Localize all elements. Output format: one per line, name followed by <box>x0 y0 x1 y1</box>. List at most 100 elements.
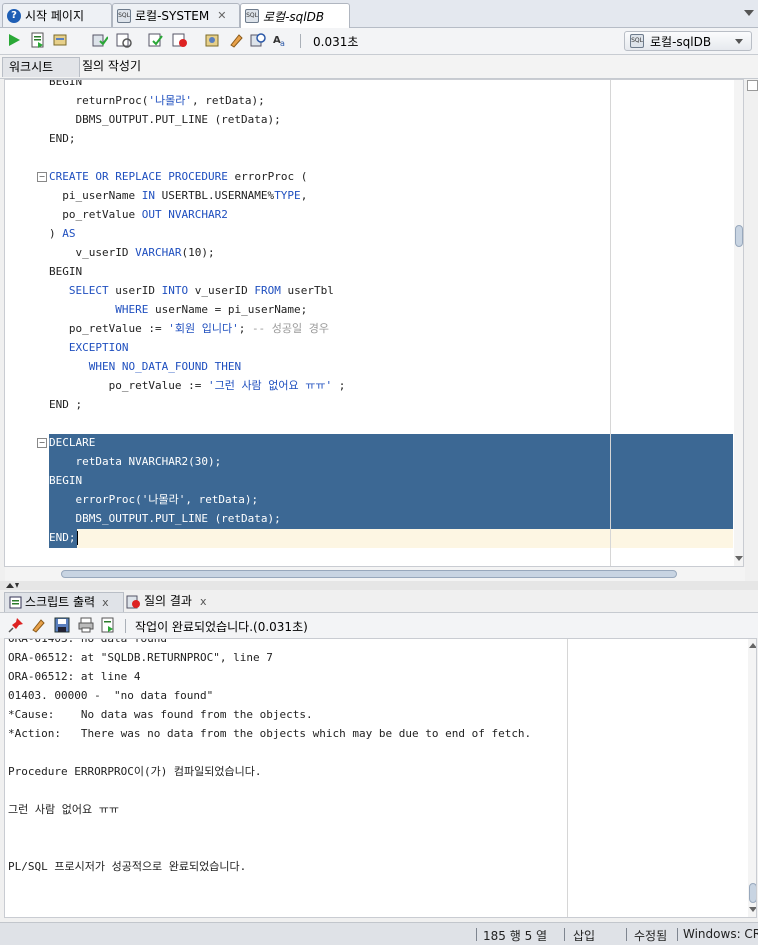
tab-start-page[interactable]: ? 시작 페이지 <box>2 3 112 27</box>
run-script-icon[interactable] <box>30 32 46 48</box>
script-output-pane[interactable]: ORA-01403: no data found ORA-06512: at "S… <box>4 638 757 918</box>
text-caret <box>77 531 78 545</box>
tab-local-sqldb[interactable]: SQL 로컬-sqlDB <box>240 3 350 28</box>
query-result-icon <box>126 595 140 608</box>
svg-text:a: a <box>280 39 285 48</box>
run-script-icon[interactable] <box>100 617 116 633</box>
tab-label: 질의 결과 <box>144 594 192 608</box>
tab-label: 로컬-sqlDB <box>263 9 325 24</box>
output-margin-guide <box>567 639 568 917</box>
close-icon[interactable]: ✕ <box>217 9 226 22</box>
tab-label: 시작 페이지 <box>25 9 85 23</box>
database-icon: SQL <box>630 34 644 48</box>
sql-worksheet-icon: SQL <box>245 9 259 23</box>
code-line: retData NVARCHAR2(30); <box>49 455 222 468</box>
tab-local-system[interactable]: SQL 로컬-SYSTEM ✕ <box>112 3 240 27</box>
close-icon[interactable]: x <box>200 592 207 611</box>
run-statement-icon[interactable] <box>6 32 22 48</box>
scroll-thumb[interactable] <box>749 883 756 903</box>
tab-label: 로컬-SYSTEM <box>135 9 210 23</box>
code-line: pi_userName IN USERTBL.USERNAME%TYPE, <box>49 189 308 202</box>
editor-horizontal-scrollbar[interactable] <box>5 567 745 582</box>
code-line: DBMS_OUTPUT.PUT_LINE (retData); <box>49 512 281 525</box>
pin-icon[interactable] <box>8 617 24 633</box>
autotrace-icon[interactable] <box>172 32 188 48</box>
output-line: *Action: There was no data from the obje… <box>8 727 532 740</box>
fold-toggle-icon[interactable]: − <box>37 172 47 182</box>
output-line: ORA-06512: at line 4 <box>8 670 141 683</box>
sql-editor[interactable]: − − BEGIN returnProc('나몰라', retData); DB… <box>4 79 744 567</box>
output-vertical-scrollbar[interactable] <box>748 639 757 917</box>
code-line: ) AS <box>49 227 76 240</box>
code-line: returnProc('나몰라', retData); <box>49 94 265 107</box>
chevron-down-icon <box>735 39 743 44</box>
tab-label: 스크립트 출력 <box>25 595 96 609</box>
code-line: v_userID VARCHAR(10); <box>49 246 215 259</box>
sql-history-icon[interactable] <box>52 32 68 48</box>
task-status: 작업이 완료되었습니다.(0.031초) <box>135 620 308 634</box>
rollback-icon[interactable] <box>116 32 132 48</box>
close-icon[interactable]: x <box>102 593 109 612</box>
cursor-position: 185 행 5 열 <box>483 929 548 943</box>
output-line: 01403. 00000 - "no data found" <box>8 689 214 702</box>
save-icon[interactable] <box>54 617 70 633</box>
overview-marker-icon <box>747 80 758 91</box>
document-tab-bar: ? 시작 페이지 SQL 로컬-SYSTEM ✕ SQL 로컬-sqlDB <box>0 0 758 28</box>
output-line: ORA-01403: no data found <box>8 638 167 645</box>
status-bar: 185 행 5 열 삽입 수정됨 Windows: CR <box>0 922 758 945</box>
code-line: po_retValue OUT NVARCHAR2 <box>49 208 228 221</box>
code-line: END ; <box>49 398 83 411</box>
output-toolbar: 작업이 완료되었습니다.(0.031초) <box>0 613 758 638</box>
scroll-down-icon[interactable] <box>749 907 757 913</box>
output-line: 그런 사람 없어요 ㅠㅠ <box>8 803 119 816</box>
code-line: EXCEPTION <box>68 341 129 354</box>
editor-vertical-scrollbar[interactable] <box>734 80 743 566</box>
status-separator <box>677 928 678 941</box>
panel-splitter[interactable] <box>0 581 758 590</box>
current-line-highlight <box>77 529 733 548</box>
tab-query-builder[interactable]: 질의 작성기 <box>76 57 147 76</box>
toolbar-separator <box>300 34 301 48</box>
clear-icon[interactable] <box>228 32 244 48</box>
code-line: DBMS_OUTPUT.PUT_LINE (retData); <box>49 113 281 126</box>
output-line: Procedure ERRORPROC이(가) 컴파일되었습니다. <box>8 765 262 778</box>
worksheet-subtabs: 워크시트 질의 작성기 <box>0 55 758 79</box>
status-separator <box>564 928 565 941</box>
connection-name: 로컬-sqlDB <box>650 34 712 49</box>
status-separator <box>476 928 477 941</box>
scroll-thumb[interactable] <box>61 570 677 578</box>
scroll-down-icon[interactable] <box>735 556 743 562</box>
fold-toggle-icon[interactable]: − <box>37 438 47 448</box>
code-line: WHERE userName = pi_userName; <box>115 303 308 316</box>
code-line: BEGIN <box>49 79 83 88</box>
code-line: CREATE OR REPLACE PROCEDURE errorProc ( <box>49 170 308 183</box>
sql-worksheet-icon: SQL <box>117 8 131 23</box>
output-line: *Cause: No data was found from the objec… <box>8 708 313 721</box>
output-line: ORA-06512: at "SQLDB.RETURNPROC", line 7 <box>8 651 273 664</box>
explain-plan-icon[interactable] <box>148 32 164 48</box>
code-line: po_retValue := '그런 사람 없어요 ㅠㅠ' ; <box>49 379 346 392</box>
worksheet-toolbar: Aa 0.031초 SQL 로컬-sqlDB <box>0 28 758 69</box>
connection-select[interactable]: SQL 로컬-sqlDB <box>624 31 752 51</box>
collapse-arrows-icon[interactable] <box>6 582 22 589</box>
scroll-thumb[interactable] <box>735 225 743 247</box>
history-icon[interactable] <box>250 32 266 48</box>
code-line: BEGIN <box>49 474 83 487</box>
tab-worksheet[interactable]: 워크시트 <box>2 57 80 77</box>
tab-script-output[interactable]: 스크립트 출력 x <box>4 592 124 612</box>
tab-list-dropdown-icon[interactable] <box>744 10 754 16</box>
output-tab-bar: 스크립트 출력 x 질의 결과 x <box>0 590 758 613</box>
code-line: errorProc('나몰라', retData); <box>49 493 259 506</box>
sql-tuning-icon[interactable] <box>204 32 220 48</box>
format-icon[interactable]: Aa <box>272 32 288 48</box>
scroll-up-icon[interactable] <box>749 643 757 649</box>
code-line: po_retValue := '회원 입니다'; -- 성공일 경우 <box>49 322 330 335</box>
insert-mode: 삽입 <box>573 929 596 943</box>
tab-query-result[interactable]: 질의 결과 x <box>126 592 207 611</box>
clear-output-icon[interactable] <box>30 617 46 633</box>
script-output-icon <box>9 596 22 609</box>
line-ending: Windows: CR <box>683 927 758 941</box>
print-icon[interactable] <box>78 617 94 633</box>
commit-icon[interactable] <box>92 32 108 48</box>
code-line: BEGIN <box>49 265 83 278</box>
